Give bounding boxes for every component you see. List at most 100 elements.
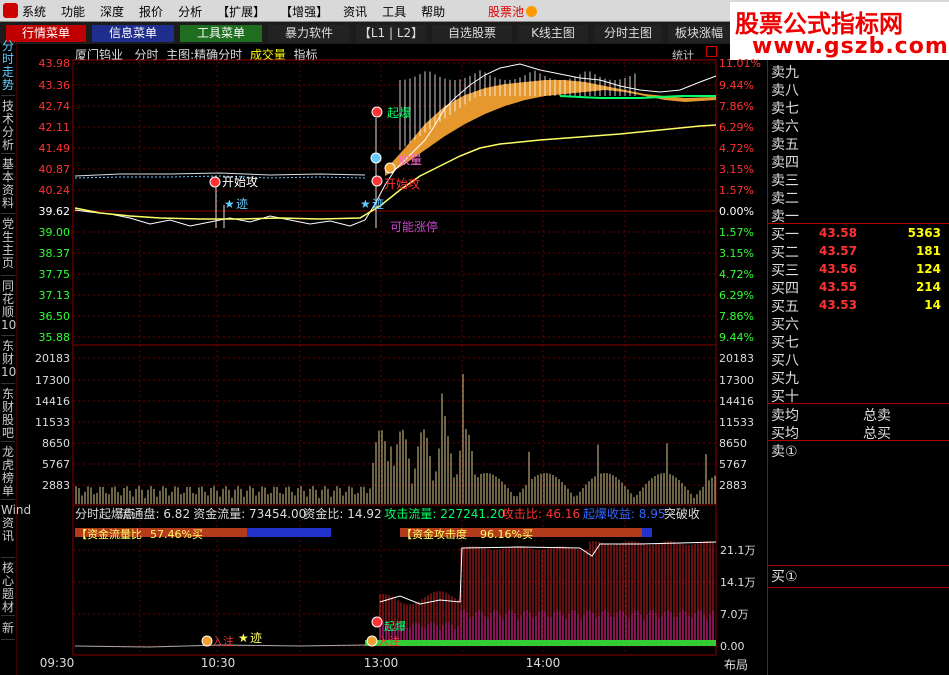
buy-row[interactable]: 买六 bbox=[771, 314, 947, 333]
sell-level-label: 卖三 bbox=[771, 173, 799, 189]
indicator-signal-label: 起爆 bbox=[384, 619, 406, 633]
pct-tick-right: 3.15% bbox=[719, 247, 754, 260]
indicator-tick: 7.0万 bbox=[720, 608, 749, 621]
buy-price: 43.53 bbox=[819, 298, 857, 312]
indicator-header-5: 攻击比: 46.16 bbox=[502, 507, 580, 521]
buy-row[interactable]: 买二 43.57 181 bbox=[771, 242, 947, 261]
buy-volume: 5363 bbox=[907, 226, 941, 240]
price-tick-left: 43.98 bbox=[39, 57, 71, 70]
buy-row[interactable]: 买四 43.55 214 bbox=[771, 278, 947, 297]
buy-level-label: 买二 bbox=[771, 245, 799, 261]
buy-row[interactable]: 买七 bbox=[771, 332, 947, 351]
intraday-chart[interactable]: 43.98 11.01% 43.36 9.44% 42.74 7.86% 42.11 6.29… bbox=[0, 0, 767, 675]
sell-level-label: 卖五 bbox=[771, 137, 799, 153]
ant-marker-icon bbox=[201, 635, 213, 647]
attack-box-label: 【资金攻击度 bbox=[401, 527, 467, 541]
sell-level-label: 卖八 bbox=[771, 83, 799, 99]
pct-tick-right: 0.00% bbox=[719, 205, 754, 218]
sell-row[interactable]: 卖八 bbox=[771, 80, 947, 99]
buy-one-row[interactable]: 买① bbox=[771, 566, 947, 585]
pct-tick-right: 6.29% bbox=[719, 121, 754, 134]
price-tick-left: 39.62 bbox=[39, 205, 71, 218]
indicator-tick: 0.00 bbox=[720, 640, 745, 653]
signal-label: 起爆 bbox=[387, 106, 411, 120]
order-book: 卖九 卖八 卖七 卖六 卖五 卖四 卖三 卖二 卖一 买一 43.58 5363 买二 43.57 181 买… bbox=[767, 60, 949, 675]
sell-row[interactable]: 卖二 bbox=[771, 188, 947, 207]
book-divider bbox=[768, 403, 949, 404]
sell-row[interactable]: 卖三 bbox=[771, 170, 947, 189]
sell-level-label: 卖七 bbox=[771, 101, 799, 117]
buy-level-label: 买五 bbox=[771, 299, 799, 315]
buy-row[interactable]: 买十 bbox=[771, 386, 947, 405]
buy-volume: 14 bbox=[924, 298, 941, 312]
upper-envelope-blue bbox=[74, 175, 366, 179]
star-icon: ★ bbox=[224, 197, 235, 211]
pct-tick-right: 4.72% bbox=[719, 142, 754, 155]
buy-price: 43.56 bbox=[819, 262, 857, 276]
indicator-header-4: 攻击流量: 227241.20 bbox=[384, 507, 505, 521]
buy-row[interactable]: 买三 43.56 124 bbox=[771, 260, 947, 279]
pct-tick-right: 7.86% bbox=[719, 100, 754, 113]
buy-level-label: 买三 bbox=[771, 263, 799, 279]
green-base-band bbox=[380, 640, 716, 646]
volume-tick-right: 20183 bbox=[719, 352, 754, 365]
price-tick-left: 39.00 bbox=[39, 226, 71, 239]
price-tick-left: 35.88 bbox=[39, 331, 71, 344]
time-tick: 09:30 bbox=[40, 656, 75, 670]
buy-row[interactable]: 买九 bbox=[771, 368, 947, 387]
price-tick-left: 42.74 bbox=[39, 100, 71, 113]
price-tick-left: 40.24 bbox=[39, 184, 71, 197]
price-tick-left: 42.11 bbox=[39, 121, 71, 134]
signal-label: 可能涨停 bbox=[390, 219, 438, 234]
flow-box-value: 57.46%买 bbox=[150, 528, 203, 541]
sell-level-label: 卖二 bbox=[771, 191, 799, 207]
qibao-marker-icon bbox=[371, 106, 383, 118]
sell-one-row[interactable]: 卖① bbox=[771, 441, 947, 460]
indicator-header-2: 资金流量: 73454.00 bbox=[193, 506, 306, 521]
sell-row[interactable]: 卖六 bbox=[771, 116, 947, 135]
buy-volume: 214 bbox=[915, 280, 941, 294]
pct-tick-right: 11.01% bbox=[719, 57, 761, 70]
signal-label: 开始攻 bbox=[384, 177, 420, 191]
volume-tick-right: 17300 bbox=[719, 374, 754, 387]
sell-row[interactable]: 卖四 bbox=[771, 152, 947, 171]
volume-tick-right: 2883 bbox=[719, 479, 747, 492]
avg-sell-label: 卖均 bbox=[771, 408, 799, 424]
average-price-line bbox=[74, 124, 717, 220]
attack-box-value: 96.16%买 bbox=[480, 528, 533, 541]
sell-level-label: 卖六 bbox=[771, 119, 799, 135]
attack-marker-icon-2 bbox=[371, 175, 383, 187]
sell-row[interactable]: 卖五 bbox=[771, 134, 947, 153]
price-tick-left: 43.36 bbox=[39, 79, 71, 92]
pct-tick-right: 9.44% bbox=[719, 331, 754, 344]
sell-level-label: 卖九 bbox=[771, 65, 799, 81]
avg-sell-row: 卖均 总卖 bbox=[771, 405, 947, 424]
price-tick-left: 40.87 bbox=[39, 163, 71, 176]
time-tick: 13:00 bbox=[364, 656, 399, 670]
buy-price: 43.58 bbox=[819, 226, 857, 240]
pct-tick-right: 1.57% bbox=[719, 226, 754, 239]
volume-tick-left: 2883 bbox=[42, 479, 70, 492]
layout-button[interactable]: 布局 bbox=[724, 656, 748, 673]
price-tick-left: 36.50 bbox=[39, 310, 71, 323]
indicator-star-icon: ★ bbox=[238, 631, 249, 645]
signal-label: 放量 bbox=[398, 152, 422, 167]
pct-tick-right: 1.57% bbox=[719, 184, 754, 197]
signal-label: 迹 bbox=[236, 197, 248, 211]
buy-row[interactable]: 买一 43.58 5363 bbox=[771, 224, 947, 243]
buy-row[interactable]: 买五 43.53 14 bbox=[771, 296, 947, 315]
sell-row[interactable]: 卖七 bbox=[771, 98, 947, 117]
indicator-header-1: 流通盘: 6.82 bbox=[120, 506, 191, 521]
sell-row[interactable]: 卖九 bbox=[771, 62, 947, 81]
price-tick-left: 38.37 bbox=[39, 247, 71, 260]
buy-one-label: 买① bbox=[771, 569, 798, 585]
buy-row[interactable]: 买八 bbox=[771, 350, 947, 369]
signal-label: 迹 bbox=[372, 197, 384, 211]
pct-tick-right: 3.15% bbox=[719, 163, 754, 176]
green-signal-line bbox=[559, 95, 716, 99]
volume-tick-right: 11533 bbox=[719, 416, 754, 429]
volume-marker-icon-2 bbox=[384, 162, 396, 174]
indicator-signal-label: 入注 bbox=[212, 634, 234, 648]
volume-tick-left: 5767 bbox=[42, 458, 70, 471]
sell-row[interactable]: 卖一 bbox=[771, 206, 947, 225]
